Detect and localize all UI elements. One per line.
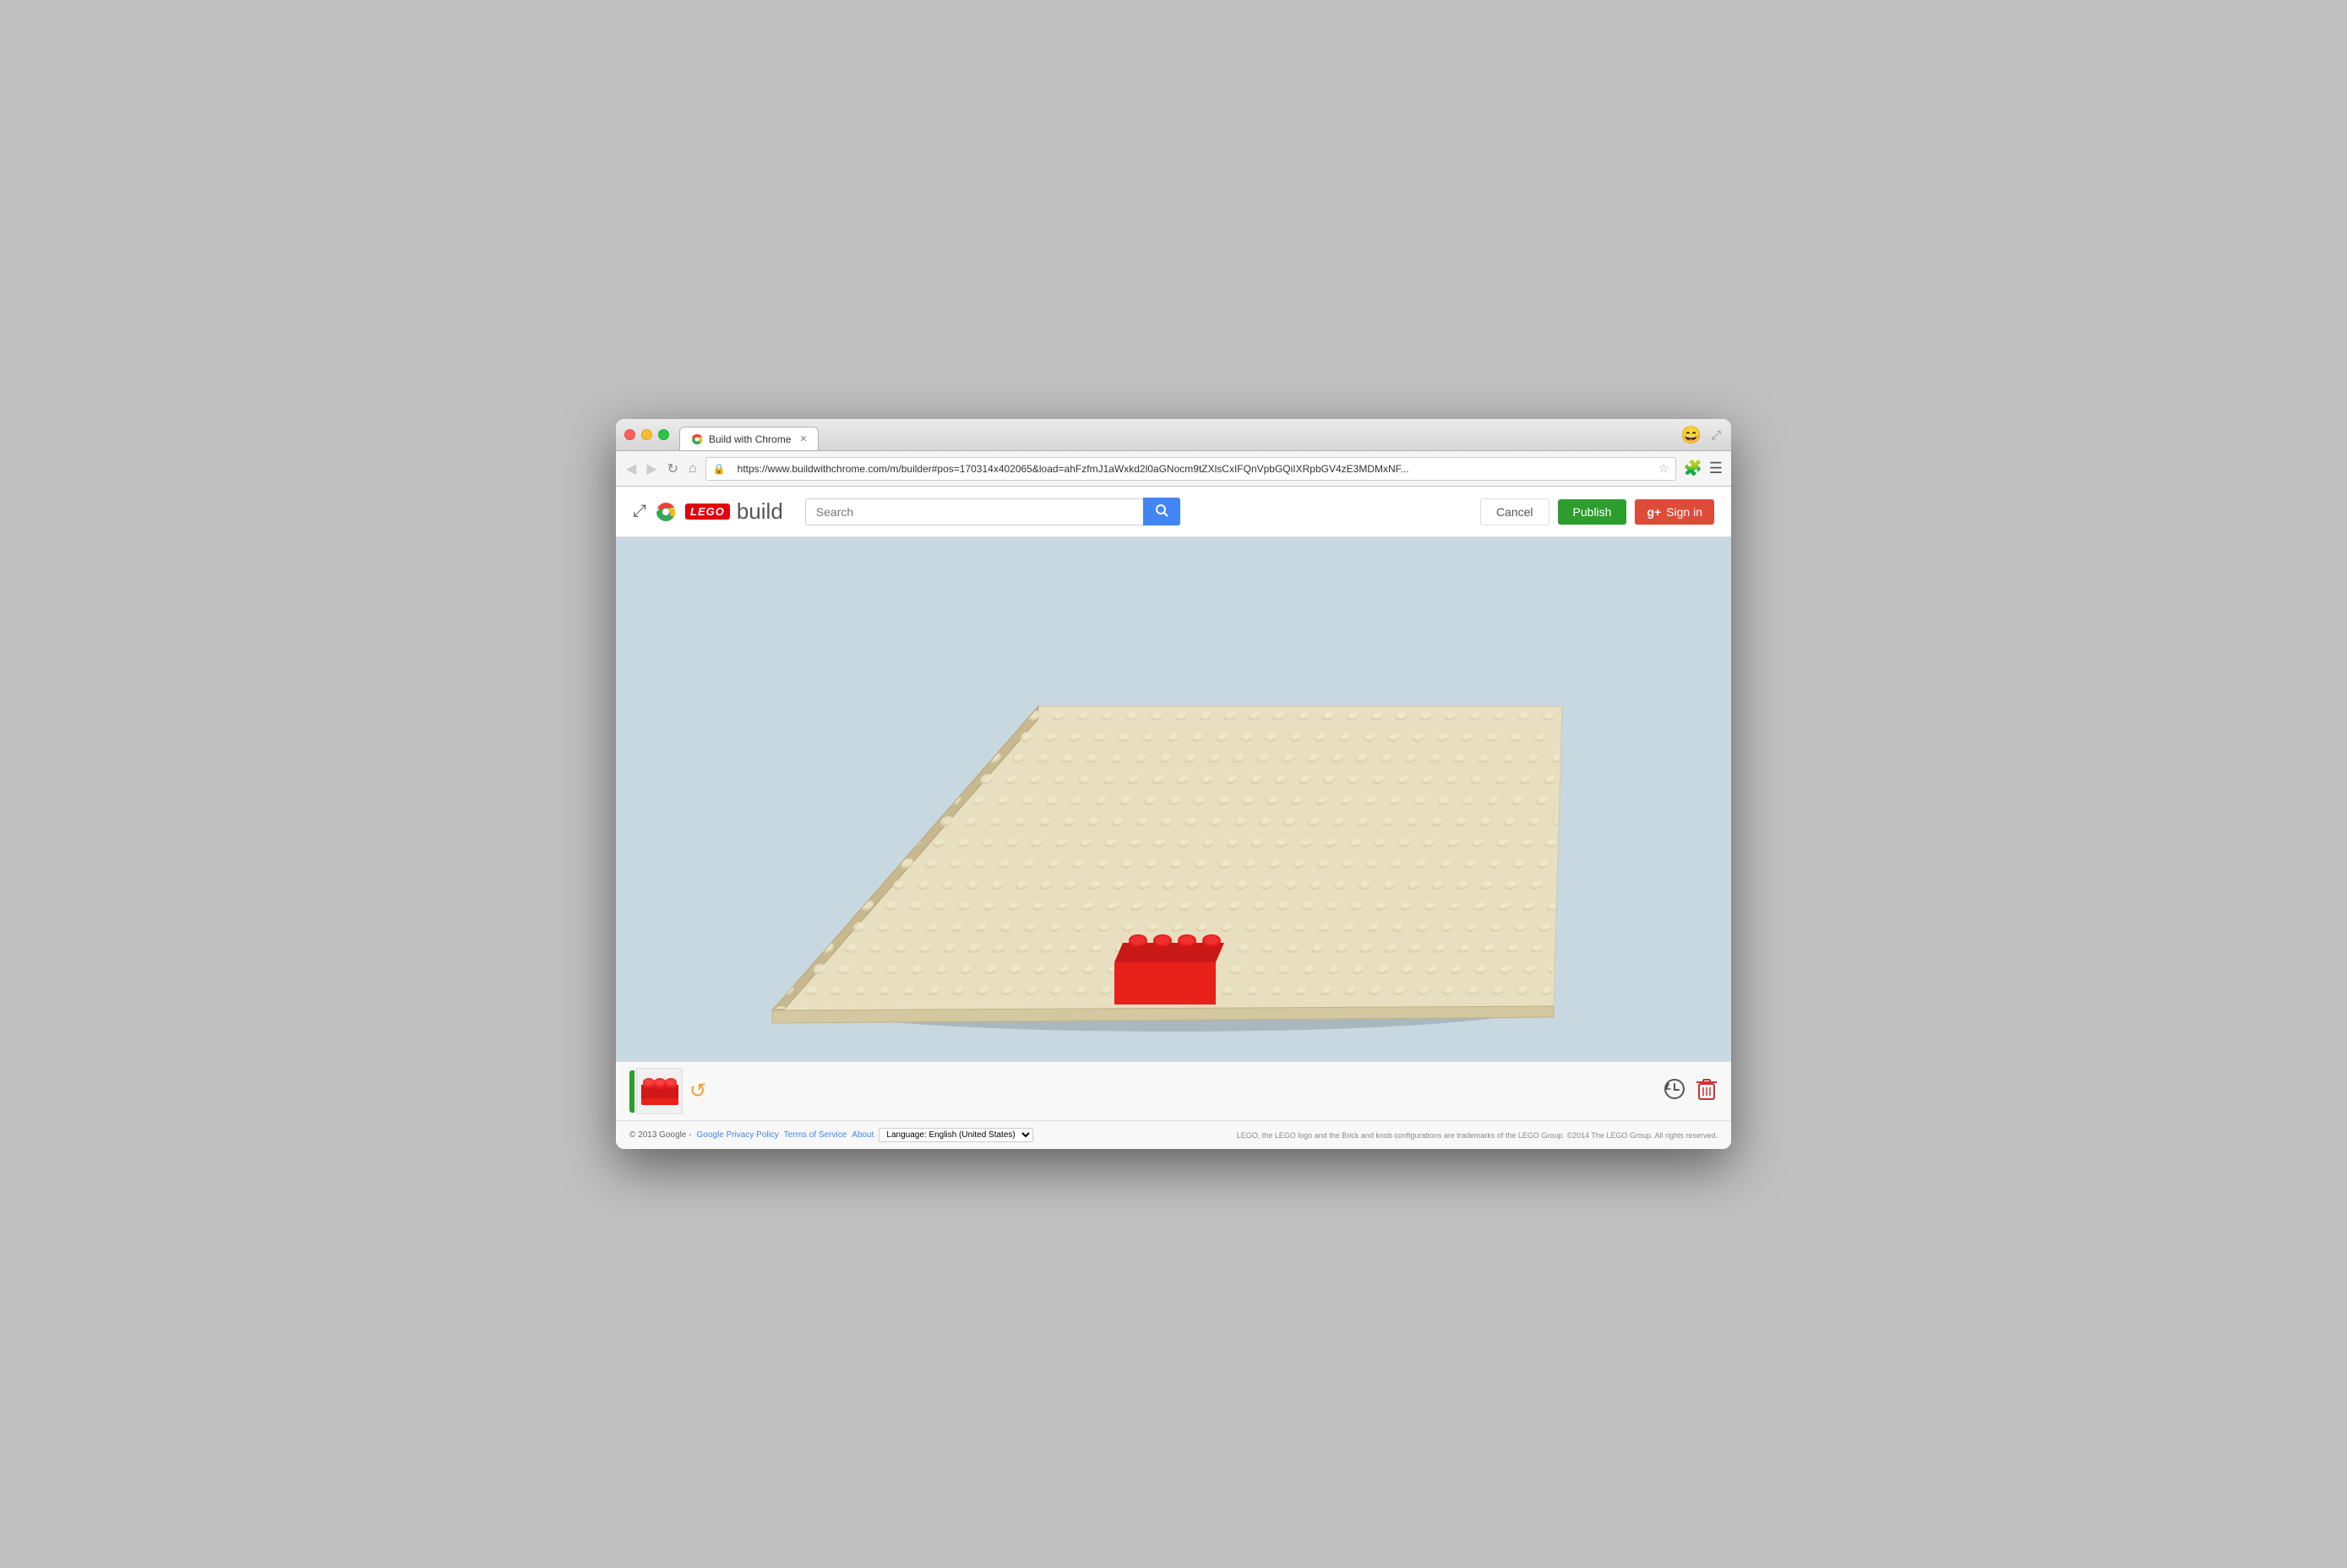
search-input[interactable] — [805, 498, 1143, 525]
tab-area: Build with Chrome ✕ — [679, 419, 819, 450]
address-input[interactable] — [731, 460, 1653, 477]
close-button[interactable] — [624, 429, 635, 440]
terms-link[interactable]: Terms of Service — [784, 1130, 847, 1140]
rotate-button[interactable]: ↺ — [683, 1072, 713, 1110]
home-button[interactable]: ⌂ — [687, 461, 699, 476]
history-button[interactable] — [1664, 1078, 1685, 1105]
lego-logo: LEGO — [685, 504, 730, 520]
app-title: build — [737, 498, 783, 525]
resize-icon: ⤢ — [1712, 427, 1721, 442]
signin-label: Sign in — [1666, 505, 1702, 519]
app-nav: ⤢ LEGO build Cancel — [616, 487, 1731, 537]
privacy-link[interactable]: Google Privacy Policy — [697, 1130, 779, 1140]
history-icon — [1664, 1078, 1685, 1100]
footer-left: © 2013 Google - Google Privacy Policy Te… — [629, 1128, 1033, 1142]
brick-thumbnail — [641, 1078, 678, 1105]
bookmark-icon[interactable]: ☆ — [1658, 461, 1669, 476]
app-nav-left: ⤢ LEGO build — [633, 498, 783, 525]
minimize-button[interactable] — [641, 429, 652, 440]
nav-right: Cancel Publish g+ Sign in — [1480, 498, 1714, 525]
about-link[interactable]: About — [852, 1130, 874, 1140]
mac-window: Build with Chrome ✕ ⤢ 😄 ◀ ▶ ↻ ⌂ 🔒 ☆ 🧩 ☰ … — [616, 419, 1731, 1149]
brick-palette: ↺ — [629, 1068, 713, 1114]
search-area — [805, 498, 1467, 525]
page-footer: © 2013 Google - Google Privacy Policy Te… — [616, 1120, 1731, 1149]
trash-button[interactable] — [1696, 1077, 1718, 1106]
language-select[interactable]: Language: English (United States) — [879, 1128, 1033, 1142]
share-button[interactable]: ⤢ — [633, 502, 646, 521]
publish-button[interactable]: Publish — [1558, 499, 1627, 525]
tab-close-icon[interactable]: ✕ — [799, 433, 807, 444]
search-icon — [1155, 504, 1168, 517]
red-lego-brick[interactable] — [1114, 934, 1224, 1004]
copyright-text: © 2013 Google - — [629, 1130, 692, 1140]
trash-icon — [1696, 1077, 1718, 1101]
gplus-icon: g+ — [1647, 505, 1661, 519]
trademark-text: LEGO, the LEGO logo and the Brick and kn… — [1237, 1131, 1718, 1140]
back-button[interactable]: ◀ — [624, 460, 638, 477]
builder-canvas[interactable]: /* studs drawn via pattern */ — [616, 537, 1731, 1061]
address-bar: ◀ ▶ ↻ ⌂ 🔒 ☆ 🧩 ☰ — [616, 451, 1731, 487]
bottom-toolbar: ↺ — [616, 1061, 1731, 1120]
emoji-icon: 😄 — [1680, 424, 1702, 445]
title-bar: Build with Chrome ✕ ⤢ 😄 — [616, 419, 1731, 451]
search-button[interactable] — [1143, 498, 1180, 525]
main-content[interactable]: /* studs drawn via pattern */ — [616, 537, 1731, 1061]
menu-icon[interactable]: ☰ — [1709, 460, 1723, 477]
secure-icon: 🔒 — [713, 463, 726, 475]
chrome-logo — [653, 499, 678, 525]
maximize-button[interactable] — [658, 429, 669, 440]
extension-icon[interactable]: 🧩 — [1683, 460, 1702, 477]
window-controls — [624, 429, 669, 440]
cancel-button[interactable]: Cancel — [1480, 498, 1549, 525]
tab-favicon — [690, 433, 704, 446]
palette-indicator — [629, 1070, 634, 1113]
tab-title: Build with Chrome — [709, 433, 791, 445]
brick-slot-1[interactable] — [636, 1068, 683, 1114]
reload-button[interactable]: ↻ — [666, 460, 680, 477]
toolbar-right — [1664, 1077, 1718, 1106]
browser-tab[interactable]: Build with Chrome ✕ — [679, 427, 819, 450]
gplus-button[interactable]: g+ Sign in — [1635, 499, 1714, 525]
forward-button[interactable]: ▶ — [645, 460, 658, 477]
